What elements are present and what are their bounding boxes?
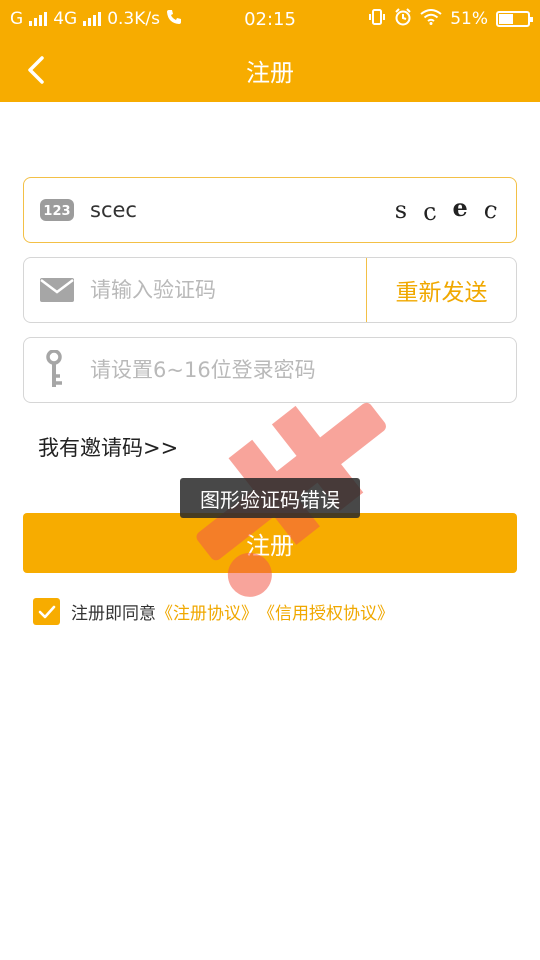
svg-text:123: 123 <box>43 204 70 219</box>
battery-icon <box>496 11 533 27</box>
phone-icon <box>166 9 182 30</box>
register-button[interactable]: 注册 <box>23 513 517 573</box>
status-bar: G 4G 0.3K/s 02:15 51% <box>0 0 540 38</box>
password-input[interactable] <box>90 338 516 402</box>
captcha-char: s <box>394 196 408 224</box>
captcha-char: e <box>452 192 468 222</box>
chevron-left-icon <box>28 56 44 84</box>
agreement-row: 注册即同意 《注册协议》 《信用授权协议》 <box>33 598 394 625</box>
network-speed: 0.3K/s <box>107 9 160 29</box>
captcha-image[interactable]: s c e c <box>386 178 506 242</box>
invite-code-link[interactable]: 我有邀请码>> <box>38 432 178 462</box>
alarm-icon <box>394 7 412 31</box>
nav-bar: 注册 <box>0 38 540 102</box>
carrier-label: G <box>10 9 24 29</box>
network-type-label: 4G <box>53 9 78 29</box>
signal-icon <box>29 12 48 26</box>
resend-button[interactable]: 重新发送 <box>366 258 516 322</box>
number-123-icon: 123 <box>24 198 90 222</box>
register-agreement-link[interactable]: 《注册协议》 <box>156 599 258 624</box>
page-title: 注册 <box>246 58 294 87</box>
wifi-icon <box>420 8 442 30</box>
sms-code-field: 重新发送 <box>23 257 517 323</box>
battery-percent: 51% <box>450 9 488 29</box>
captcha-char: c <box>421 197 438 227</box>
mail-icon <box>24 278 90 302</box>
status-right: 51% <box>368 7 533 31</box>
error-toast: 图形验证码错误 <box>180 478 360 518</box>
password-field <box>23 337 517 403</box>
captcha-input[interactable] <box>90 178 386 242</box>
back-button[interactable] <box>18 52 54 88</box>
checkmark-icon <box>38 605 55 618</box>
captcha-field: 123 s c e c <box>23 177 517 243</box>
agreement-checkbox[interactable] <box>33 598 60 625</box>
credit-agreement-link[interactable]: 《信用授权协议》 <box>258 599 394 624</box>
agreement-prefix: 注册即同意 <box>71 604 156 624</box>
captcha-char: c <box>481 195 500 225</box>
key-icon <box>24 350 90 390</box>
vibrate-icon <box>368 8 386 31</box>
sms-code-input[interactable] <box>90 258 366 322</box>
status-left: G 4G 0.3K/s <box>10 9 368 30</box>
signal-icon-2 <box>83 12 102 26</box>
